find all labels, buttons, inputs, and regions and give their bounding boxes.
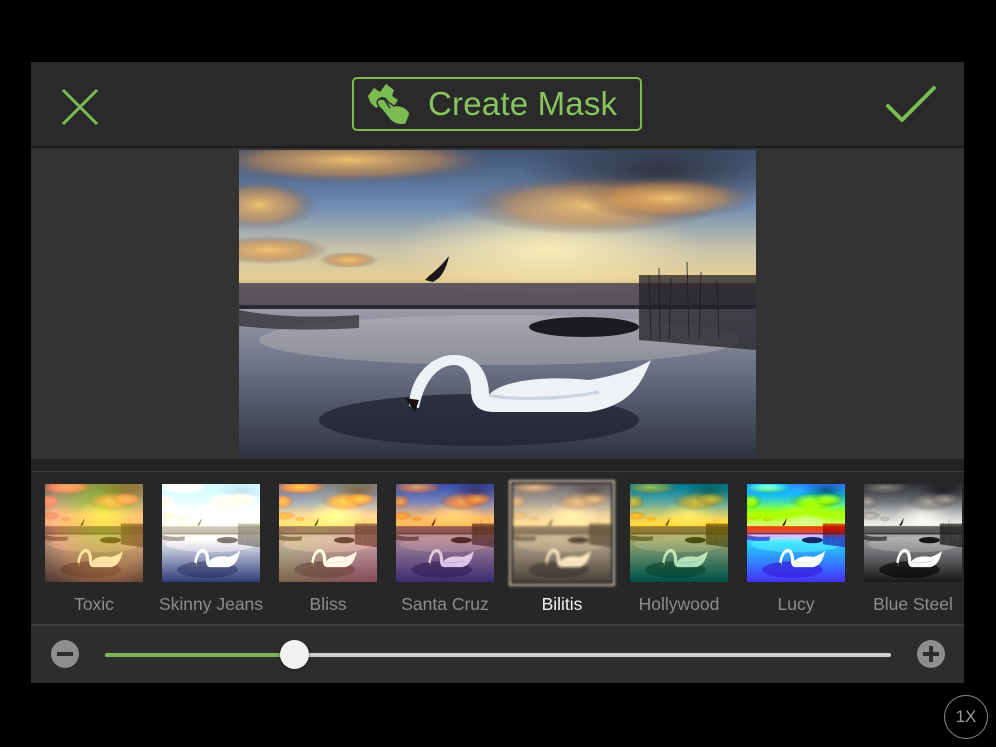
- editor-panel: Create Mask Toxic Skinny Jeans Bliss San…: [31, 62, 964, 683]
- filter-item-toxic[interactable]: Toxic: [45, 484, 143, 614]
- filter-thumbnail: [509, 480, 615, 586]
- zoom-level-badge[interactable]: 1X: [944, 695, 988, 739]
- close-x-icon: [61, 88, 99, 126]
- divider: [31, 459, 964, 472]
- photo-preview[interactable]: [239, 150, 756, 459]
- intensity-slider-row: [31, 624, 964, 683]
- header-bar: Create Mask: [31, 62, 964, 148]
- filter-strip[interactable]: Toxic Skinny Jeans Bliss Santa Cruz Bili…: [31, 472, 964, 624]
- filter-thumbnail: [162, 484, 260, 582]
- filter-item-santa-cruz[interactable]: Santa Cruz: [396, 484, 494, 614]
- filter-item-lucy[interactable]: Lucy: [747, 484, 845, 614]
- filter-thumbnail: [279, 484, 377, 582]
- image-canvas[interactable]: [31, 148, 964, 459]
- filter-thumbnail: [45, 484, 143, 582]
- finger-paint-hand-icon: [368, 84, 411, 126]
- filter-item-skinny-jeans[interactable]: Skinny Jeans: [159, 484, 263, 614]
- filter-label: Blue Steel: [873, 594, 953, 614]
- decrease-button[interactable]: [51, 640, 79, 668]
- filter-item-hollywood[interactable]: Hollywood: [630, 484, 728, 614]
- filter-thumbnail: [747, 484, 845, 582]
- intensity-slider[interactable]: [105, 640, 891, 669]
- swan-photo: [239, 150, 756, 459]
- increase-button[interactable]: [917, 640, 945, 668]
- slider-fill: [105, 653, 294, 657]
- create-mask-label: Create Mask: [428, 85, 618, 122]
- filter-thumbnail: [630, 484, 728, 582]
- checkmark-icon: [886, 86, 936, 122]
- create-mask-button[interactable]: Create Mask: [352, 77, 642, 131]
- filter-item-bilitis[interactable]: Bilitis: [509, 480, 615, 614]
- slider-knob[interactable]: [279, 640, 309, 669]
- filter-thumbnail: [396, 484, 494, 582]
- filter-item-bliss[interactable]: Bliss: [279, 484, 377, 614]
- close-button[interactable]: [59, 86, 101, 128]
- filter-thumbnail: [864, 484, 962, 582]
- done-button[interactable]: [884, 84, 938, 128]
- filter-item-blue-steel[interactable]: Blue Steel: [864, 484, 962, 614]
